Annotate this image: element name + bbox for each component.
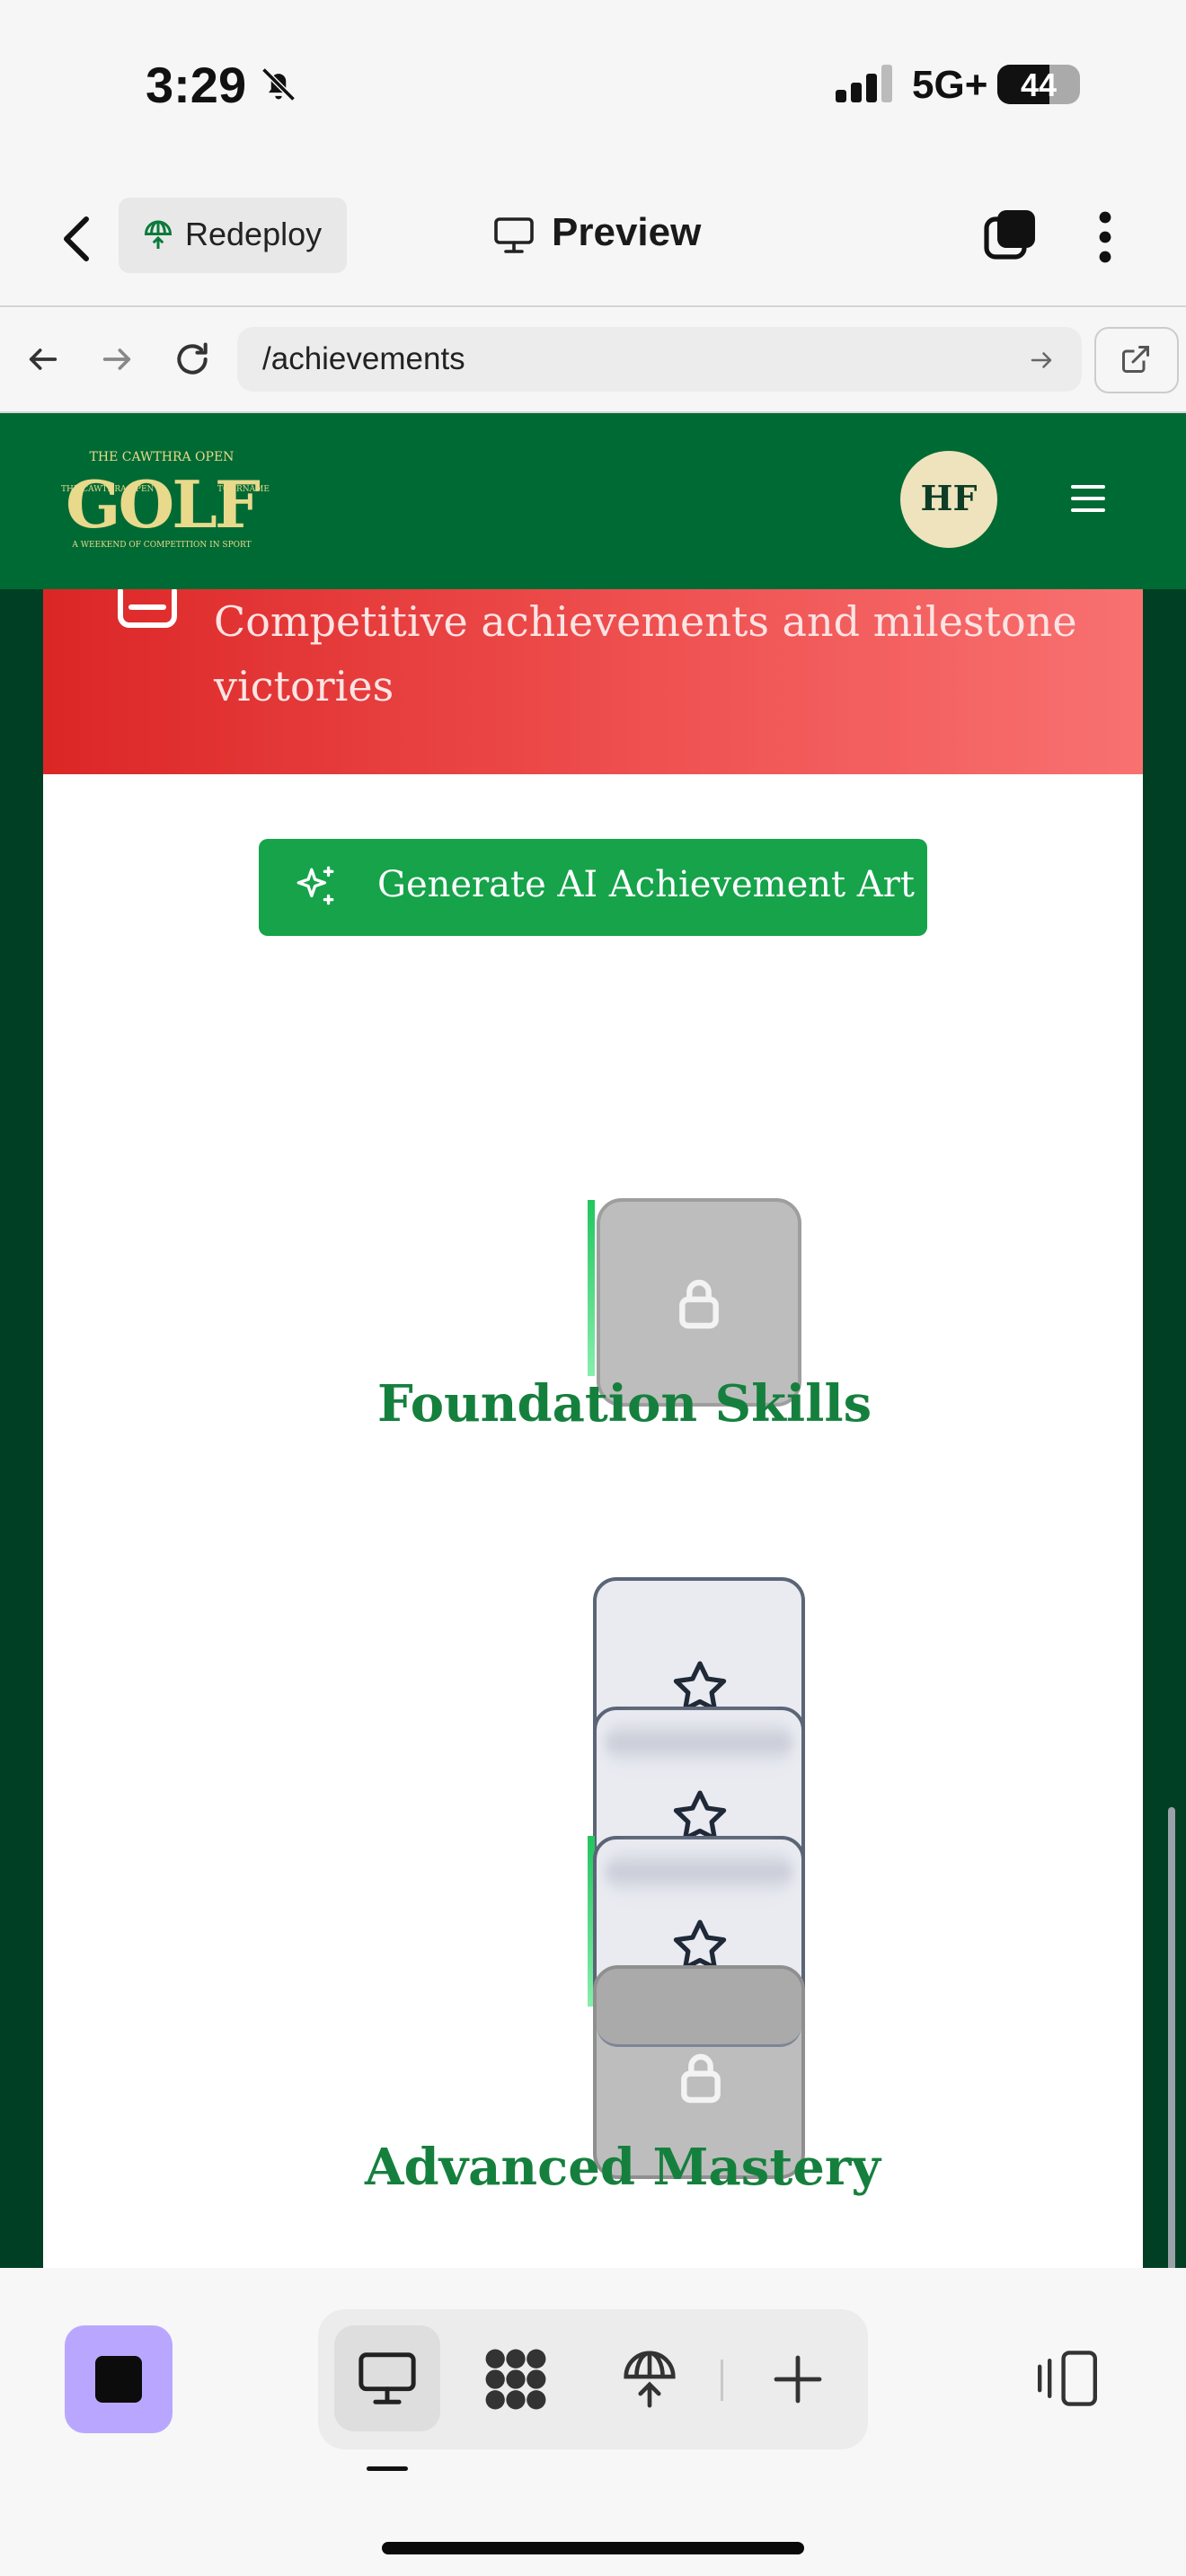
banner-subtitle: Competitive achievements and milestone v… <box>214 597 1077 710</box>
active-view-indicator <box>367 2466 408 2471</box>
browser-url-bar: /achievements <box>0 307 1186 413</box>
home-indicator <box>382 2542 804 2554</box>
logo-left-text: THE CAWTHRA OPEN <box>61 485 155 494</box>
monitor-icon <box>494 217 534 253</box>
forward-arrow-icon[interactable] <box>99 341 135 377</box>
desktop-view-button[interactable] <box>334 2325 440 2431</box>
battery-percentage: 44 <box>1020 66 1058 103</box>
tile-overlap-band <box>597 1969 801 2047</box>
redeploy-button[interactable]: Redeploy <box>119 198 347 273</box>
stop-button[interactable] <box>65 2325 173 2433</box>
apps-icon[interactable] <box>482 2345 550 2413</box>
deploy-icon[interactable] <box>618 2347 681 2412</box>
view-switcher <box>318 2309 868 2449</box>
avatar-initials: HF <box>920 478 978 518</box>
back-arrow-icon[interactable] <box>25 341 61 377</box>
menu-icon[interactable] <box>1069 483 1107 514</box>
tile-shadow <box>606 1847 792 1897</box>
toolbar-divider <box>721 2360 723 2401</box>
status-bar: 3:29 5G+ 44 <box>0 0 1186 171</box>
network-type: 5G+ <box>912 63 988 107</box>
logo-bottom-text: A WEEKEND OF COMPETITION IN SPORT <box>71 541 251 550</box>
bell-slash-icon <box>261 67 296 101</box>
trophy-icon <box>118 589 177 628</box>
tabs-icon[interactable] <box>981 207 1039 264</box>
url-text: /achievements <box>262 341 465 376</box>
desktop-icon <box>358 2352 416 2404</box>
page-scrollbar[interactable] <box>1168 1807 1175 2268</box>
user-avatar[interactable]: HF <box>900 451 997 548</box>
battery-icon: 44 <box>997 65 1080 104</box>
logo-top-text: THE CAWTHRA OPEN <box>90 450 235 464</box>
section-title-advanced-mastery: Advanced Mastery <box>365 2138 881 2197</box>
app-navigation-bar: Redeploy Preview <box>0 171 1186 307</box>
progress-connector <box>588 1200 595 1376</box>
section-title-foundation-skills: Foundation Skills <box>377 1374 872 1434</box>
logo-right-text: TOURNAMENT EVENT <box>217 485 270 494</box>
open-external-icon <box>1122 346 1149 373</box>
add-icon[interactable] <box>769 2351 827 2408</box>
redeploy-globe-icon <box>144 220 173 249</box>
url-input[interactable]: /achievements <box>237 327 1082 392</box>
golf-logo[interactable]: THE CAWTHRA OPEN GOLF THE CAWTHRA OPEN T… <box>54 445 270 561</box>
reload-icon[interactable] <box>173 340 212 379</box>
logo-main-text: GOLF <box>66 466 261 543</box>
generate-ai-art-label: Generate AI Achievement Art <box>377 864 915 905</box>
back-chevron-icon[interactable] <box>59 214 95 264</box>
achievements-card: Competitive achievements and milestone v… <box>43 589 1143 2268</box>
more-vertical-icon[interactable] <box>1089 208 1121 266</box>
open-external-button[interactable] <box>1094 327 1179 393</box>
device-frame-icon[interactable] <box>1033 2349 1102 2408</box>
lock-icon <box>679 1279 719 1329</box>
sparkles-icon <box>296 866 334 905</box>
site-viewport: THE CAWTHRA OPEN GOLF THE CAWTHRA OPEN T… <box>0 413 1186 2268</box>
achievements-banner: Competitive achievements and milestone v… <box>43 589 1143 774</box>
tile-shadow <box>606 1717 792 1768</box>
preview-title: Preview <box>552 210 702 254</box>
generate-ai-art-button[interactable]: Generate AI Achievement Art <box>259 839 927 936</box>
stop-icon <box>95 2356 142 2403</box>
signal-bars-icon <box>836 65 892 102</box>
go-arrow-icon[interactable] <box>1028 347 1055 374</box>
site-header: THE CAWTHRA OPEN GOLF THE CAWTHRA OPEN T… <box>0 413 1186 589</box>
lock-icon <box>681 2053 721 2104</box>
status-time: 3:29 <box>146 57 247 113</box>
redeploy-label: Redeploy <box>185 216 323 252</box>
bottom-toolbar <box>0 2268 1186 2576</box>
